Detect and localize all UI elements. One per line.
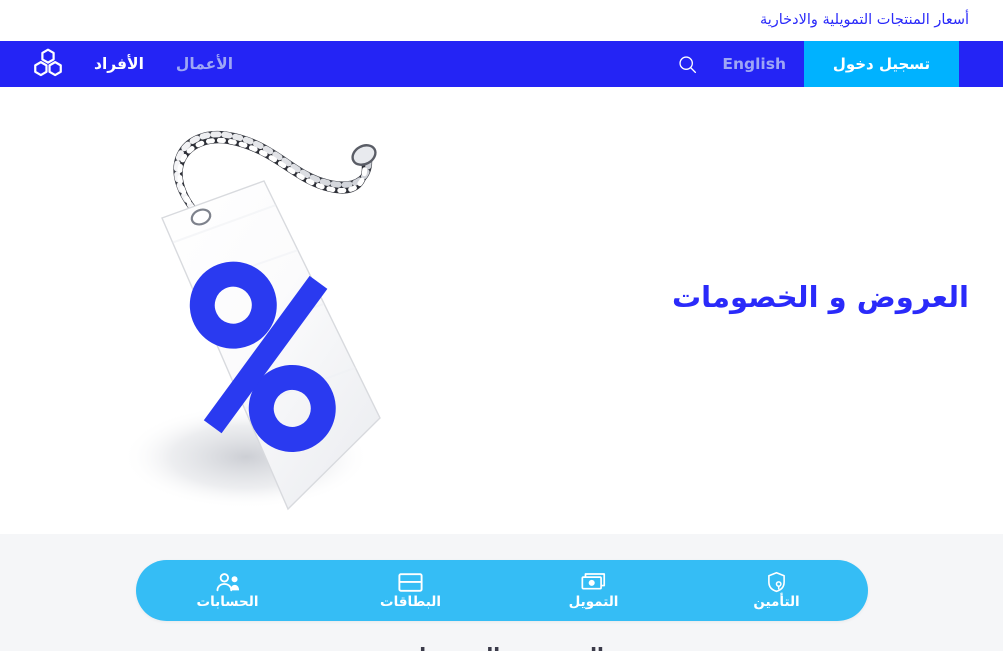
quicklink-cards[interactable]: البطاقات: [336, 560, 486, 621]
price-tag-illustration-glyph: [122, 130, 381, 511]
shield-insurance-glyph: [768, 572, 785, 593]
users-accounts-glyph: [216, 573, 239, 592]
quicklink-label-cards: البطاقات: [380, 594, 441, 611]
search-icon-glyph: [679, 55, 696, 73]
credit-card-glyph: [398, 573, 423, 592]
below-fold-partial-heading: العروض و الخصومات: [0, 645, 1003, 651]
quicklink-accounts[interactable]: الحسابات: [153, 560, 303, 621]
shield-insurance-icon: [766, 571, 787, 593]
hero-section: العروض و الخصومات: [0, 87, 1003, 534]
page-root: أسعار المنتجات التمويلية والادخارية تسجي…: [0, 0, 1003, 651]
below-fold-text: العروض و الخصومات: [399, 645, 604, 651]
credit-card-icon: [398, 571, 423, 593]
page-title: العروض و الخصومات: [672, 280, 969, 314]
snb-trefoil-logo-glyph: [34, 48, 62, 77]
navbar-right-group: الأعمال الأفراد: [0, 41, 249, 87]
quicklinks-pill: التأمين التمويل البطاقات الحسابات: [136, 560, 868, 621]
price-tag-percent-image: [96, 105, 426, 534]
quicklink-label-accounts: الحسابات: [196, 594, 259, 611]
main-navbar: تسجيل دخول English الأعمال الأفراد: [0, 41, 1003, 87]
banknote-financing-glyph: [581, 573, 606, 590]
nav-tab-business[interactable]: الأعمال: [160, 41, 249, 87]
navbar-left-group: تسجيل دخول English: [670, 41, 1003, 87]
language-switch-english[interactable]: English: [704, 41, 804, 87]
snb-trefoil-logo-icon[interactable]: [22, 41, 74, 87]
quicklinks-section: التأمين التمويل البطاقات الحسابات: [0, 534, 1003, 651]
quicklink-label-financing: التمويل: [568, 594, 619, 611]
login-button[interactable]: تسجيل دخول: [804, 41, 959, 87]
top-utility-bar: أسعار المنتجات التمويلية والادخارية: [0, 0, 1003, 41]
navbar-spacer: [249, 41, 670, 87]
search-icon[interactable]: [670, 41, 704, 87]
rates-link[interactable]: أسعار المنتجات التمويلية والادخارية: [760, 13, 969, 28]
quicklink-financing[interactable]: التمويل: [519, 560, 669, 621]
banknote-financing-icon: [581, 571, 606, 593]
nav-tab-individuals[interactable]: الأفراد: [78, 41, 160, 87]
quicklink-insurance[interactable]: التأمين: [702, 560, 852, 621]
quicklink-label-insurance: التأمين: [753, 594, 800, 611]
users-accounts-icon: [215, 571, 241, 593]
